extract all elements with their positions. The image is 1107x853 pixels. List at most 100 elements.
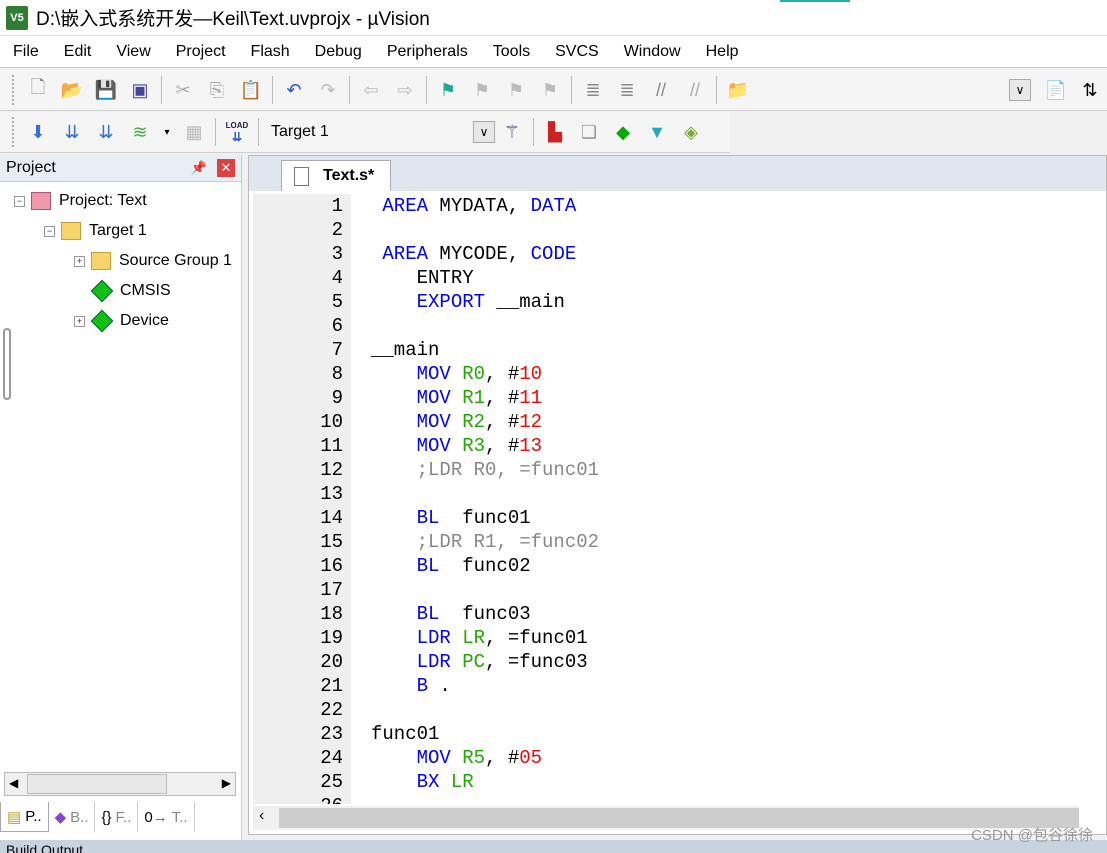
indent-icon[interactable]: ≣	[581, 78, 605, 102]
menu-window[interactable]: Window	[611, 43, 693, 61]
code-line[interactable]: MOV R1, #11	[371, 386, 542, 410]
build-icon[interactable]: ⇊	[60, 120, 84, 144]
line-number: 14	[320, 507, 343, 529]
toolbar-grip[interactable]	[12, 117, 15, 147]
nav-back-icon[interactable]: ⇦	[359, 78, 383, 102]
tab-project[interactable]: ▤ P..	[0, 802, 49, 832]
tree-item[interactable]: + Device	[74, 308, 169, 334]
menu-edit[interactable]: Edit	[51, 43, 104, 61]
code-line[interactable]: MOV R2, #12	[371, 410, 542, 434]
bookmark-icon[interactable]: ⚑	[436, 78, 460, 102]
code-line[interactable]: B .	[371, 674, 451, 698]
configure-icon[interactable]: 📄	[1044, 78, 1068, 102]
menu-help[interactable]: Help	[693, 43, 751, 61]
target-dropdown-icon[interactable]: ∨	[473, 121, 495, 143]
code-line[interactable]: MOV R5, #05	[371, 746, 542, 770]
new-file-icon[interactable]: 🗋	[26, 77, 50, 102]
pack-icon[interactable]: ◈	[679, 120, 703, 144]
code-line[interactable]: EXPORT __main	[371, 290, 565, 314]
nav-forward-icon[interactable]: ⇨	[393, 78, 417, 102]
menu-file[interactable]: File	[0, 43, 51, 61]
menu-debug[interactable]: Debug	[302, 43, 374, 61]
toolbar-grip[interactable]	[12, 75, 15, 105]
editor-tab-strip: Text.s*	[249, 156, 1106, 191]
comment-icon[interactable]: //	[649, 78, 673, 102]
paste-icon[interactable]: 📋	[239, 78, 263, 102]
open-folder-icon[interactable]: 📂	[60, 78, 84, 102]
code-editor[interactable]: 1 2 3 4 5 6 7 8 9 10 11 12 13 14 15 16 17 18 19 20 21 22 23 24 2…	[253, 194, 1103, 804]
editor-horizontal-scrollbar[interactable]: ‹	[253, 806, 1079, 830]
splitter-handle[interactable]	[3, 328, 11, 400]
translate-icon[interactable]: ⬇	[26, 120, 50, 144]
menu-view[interactable]: View	[103, 43, 162, 61]
scroll-thumb[interactable]	[27, 774, 167, 794]
target-select[interactable]: Target 1	[263, 123, 473, 141]
code-line[interactable]: ;LDR R0, =func01	[371, 458, 599, 482]
expand-toggle-icon[interactable]: +	[74, 255, 85, 267]
prev-bookmark-icon[interactable]: ⚑	[470, 78, 494, 102]
manage-project-icon[interactable]: ▙	[543, 120, 567, 144]
code-line[interactable]: AREA MYCODE, CODE	[371, 242, 576, 266]
scroll-left-icon[interactable]: ‹	[259, 807, 264, 825]
code-line[interactable]: LDR PC, =func03	[371, 650, 588, 674]
code-line[interactable]: MOV R0, #10	[371, 362, 542, 386]
unindent-icon[interactable]: ≣	[615, 78, 639, 102]
code-line[interactable]: BL func02	[371, 554, 531, 578]
code-line[interactable]: ENTRY	[371, 266, 474, 290]
close-icon[interactable]: ✕	[217, 159, 235, 177]
rebuild-icon[interactable]: ⇊	[94, 120, 118, 144]
save-all-icon[interactable]: ▣	[128, 78, 152, 102]
scroll-thumb[interactable]	[279, 808, 1079, 828]
tree-item[interactable]: − Project: Text	[14, 188, 147, 214]
redo-icon[interactable]: ↷	[316, 78, 340, 102]
menu-peripherals[interactable]: Peripherals	[374, 43, 480, 61]
pack-installer-icon[interactable]: ▼	[645, 120, 669, 144]
code-line[interactable]: __main	[371, 338, 439, 362]
clear-bookmarks-icon[interactable]: ⚑	[538, 78, 562, 102]
select-packs-icon[interactable]: ❏	[577, 120, 601, 144]
code-line[interactable]: BL func01	[371, 506, 531, 530]
code-line[interactable]: AREA MYDATA, DATA	[371, 194, 576, 218]
copy-icon[interactable]: ⎘	[205, 78, 229, 102]
expand-toggle-icon[interactable]: −	[44, 225, 55, 237]
tab-text-s[interactable]: Text.s*	[281, 160, 391, 191]
code-token: BX	[371, 771, 440, 793]
project-horizontal-scrollbar[interactable]: ◀ ▶	[4, 772, 236, 796]
menu-project[interactable]: Project	[163, 43, 238, 61]
next-bookmark-icon[interactable]: ⚑	[504, 78, 528, 102]
scroll-left-icon[interactable]: ◀	[9, 776, 18, 790]
find-in-files-icon[interactable]: 📁	[726, 78, 750, 102]
tree-item[interactable]: + Source Group 1	[74, 248, 232, 274]
expand-toggle-icon[interactable]: +	[74, 315, 85, 327]
code-line[interactable]: BX LR	[371, 770, 474, 794]
pin-icon[interactable]: 📌	[191, 160, 207, 176]
undo-icon[interactable]: ↶	[282, 78, 306, 102]
tree-item[interactable]: CMSIS	[74, 278, 171, 304]
code-line[interactable]: MOV R3, #13	[371, 434, 542, 458]
cut-icon[interactable]: ✂	[171, 78, 195, 102]
save-icon[interactable]: 💾	[94, 78, 118, 102]
tab-books[interactable]: ◆ B..	[49, 802, 96, 832]
menu-svcs[interactable]: SVCS	[542, 43, 611, 61]
dropdown-icon[interactable]: ∨	[1009, 79, 1031, 101]
manage-rte-icon[interactable]: ◆	[611, 120, 635, 144]
debug-settings-icon[interactable]: ⇅	[1078, 78, 1102, 102]
options-wand-icon[interactable]: ⚚	[500, 120, 524, 144]
line-number-gutter: 1 2 3 4 5 6 7 8 9 10 11 12 13 14 15 16 17 18 19 20 21 22 23 24 2…	[253, 194, 351, 804]
stop-build-icon[interactable]: ▦	[182, 120, 206, 144]
menu-tools[interactable]: Tools	[480, 43, 542, 61]
code-line[interactable]: LDR LR, =func01	[371, 626, 588, 650]
menu-flash[interactable]: Flash	[238, 43, 302, 61]
batch-dropdown-icon[interactable]: ▾	[162, 120, 172, 144]
tree-item[interactable]: − Target 1	[44, 218, 147, 244]
uncomment-icon[interactable]: //	[683, 78, 707, 102]
batch-build-icon[interactable]: ≋	[128, 120, 152, 144]
tab-templates[interactable]: 0→ T..	[138, 802, 195, 832]
load-icon[interactable]: LOAD ⇊	[225, 120, 249, 144]
tab-functions[interactable]: {} F..	[95, 802, 139, 832]
scroll-right-icon[interactable]: ▶	[222, 776, 231, 790]
expand-toggle-icon[interactable]: −	[14, 195, 25, 207]
code-line[interactable]: BL func03	[371, 602, 531, 626]
code-line[interactable]: ;LDR R1, =func02	[371, 530, 599, 554]
code-line[interactable]: func01	[371, 722, 439, 746]
